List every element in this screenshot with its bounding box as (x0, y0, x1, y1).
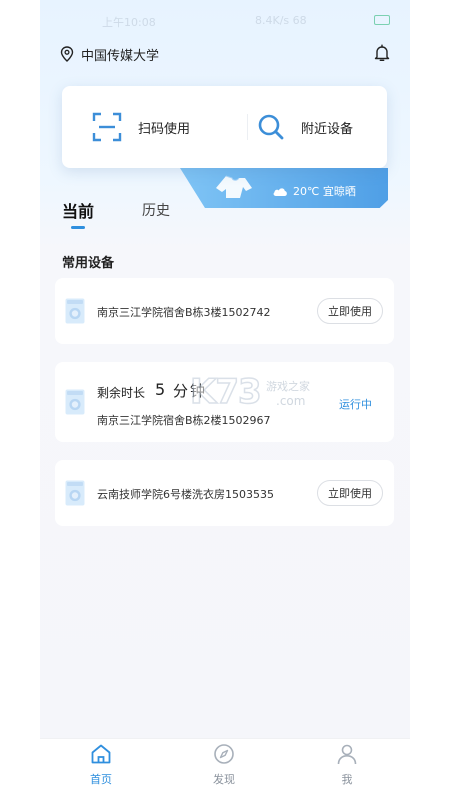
device-card[interactable]: 南京三江学院宿舍B栋3楼1502742 立即使用 (55, 278, 394, 344)
nearby-devices-button[interactable]: 附近设备 (257, 110, 353, 144)
app-screen: 上午10:08 8.4K/s 68 中国传媒大学 扫码使用 附近设备 20℃ 宜… (40, 0, 410, 800)
nav-discover[interactable]: 发现 (194, 743, 254, 793)
scan-button[interactable]: 扫码使用 (92, 110, 190, 144)
washing-machine-icon (65, 298, 85, 324)
status-running: 运行中 (339, 398, 372, 411)
tab-current[interactable]: 当前 (62, 198, 94, 222)
search-icon (258, 114, 284, 140)
device-name: 南京三江学院宿舍B栋3楼1502742 (97, 306, 271, 319)
bell-icon[interactable] (373, 44, 391, 62)
divider (247, 114, 248, 140)
status-network-speed: 8.4K/s 68 (255, 14, 307, 27)
nearby-label: 附近设备 (301, 121, 354, 137)
remaining-time-label: 剩余时长 (97, 386, 146, 400)
bottom-nav: 首页 发现 我 (40, 738, 410, 800)
cloud-icon (273, 187, 287, 196)
weather-info: 20℃ 宜晾晒 (272, 183, 356, 199)
watermark-line2: .com (276, 394, 306, 408)
location-selector[interactable]: 中国传媒大学 (60, 44, 159, 64)
use-now-button[interactable]: 立即使用 (317, 480, 383, 506)
location-name: 中国传媒大学 (81, 48, 160, 64)
washing-machine-icon (65, 480, 85, 506)
battery-icon (374, 15, 390, 25)
status-time: 上午10:08 (102, 16, 156, 29)
device-card[interactable]: 云南技师学院6号楼洗衣房1503535 立即使用 (55, 460, 394, 526)
weather-text: 20℃ 宜晾晒 (293, 185, 356, 198)
shirt-icon (216, 175, 252, 198)
nav-me-label: 我 (341, 773, 353, 786)
scan-label: 扫码使用 (138, 121, 191, 137)
nav-discover-label: 发现 (213, 773, 235, 786)
watermark-brand: K73 (189, 371, 262, 413)
device-name: 云南技师学院6号楼洗衣房1503535 (97, 488, 274, 501)
scan-icon (92, 112, 122, 142)
section-title: 常用设备 (62, 256, 115, 271)
nav-me[interactable]: 我 (317, 743, 377, 793)
nav-home-label: 首页 (90, 773, 112, 786)
user-icon (337, 744, 357, 765)
compass-icon (214, 744, 234, 764)
tab-indicator (71, 226, 85, 229)
location-pin-icon (60, 46, 74, 62)
watermark-line1: 游戏之家 (266, 380, 310, 393)
home-icon (91, 744, 111, 764)
quick-actions-card: 扫码使用 附近设备 (62, 86, 387, 168)
washing-machine-icon (65, 389, 85, 415)
nav-home[interactable]: 首页 (71, 743, 131, 793)
remaining-time-value: 5 (155, 380, 166, 399)
tab-history[interactable]: 历史 (142, 200, 170, 220)
watermark-logo: K73 游戏之家 .com (189, 371, 330, 420)
status-bar: 上午10:08 8.4K/s 68 (40, 10, 410, 32)
use-now-button[interactable]: 立即使用 (317, 298, 383, 324)
